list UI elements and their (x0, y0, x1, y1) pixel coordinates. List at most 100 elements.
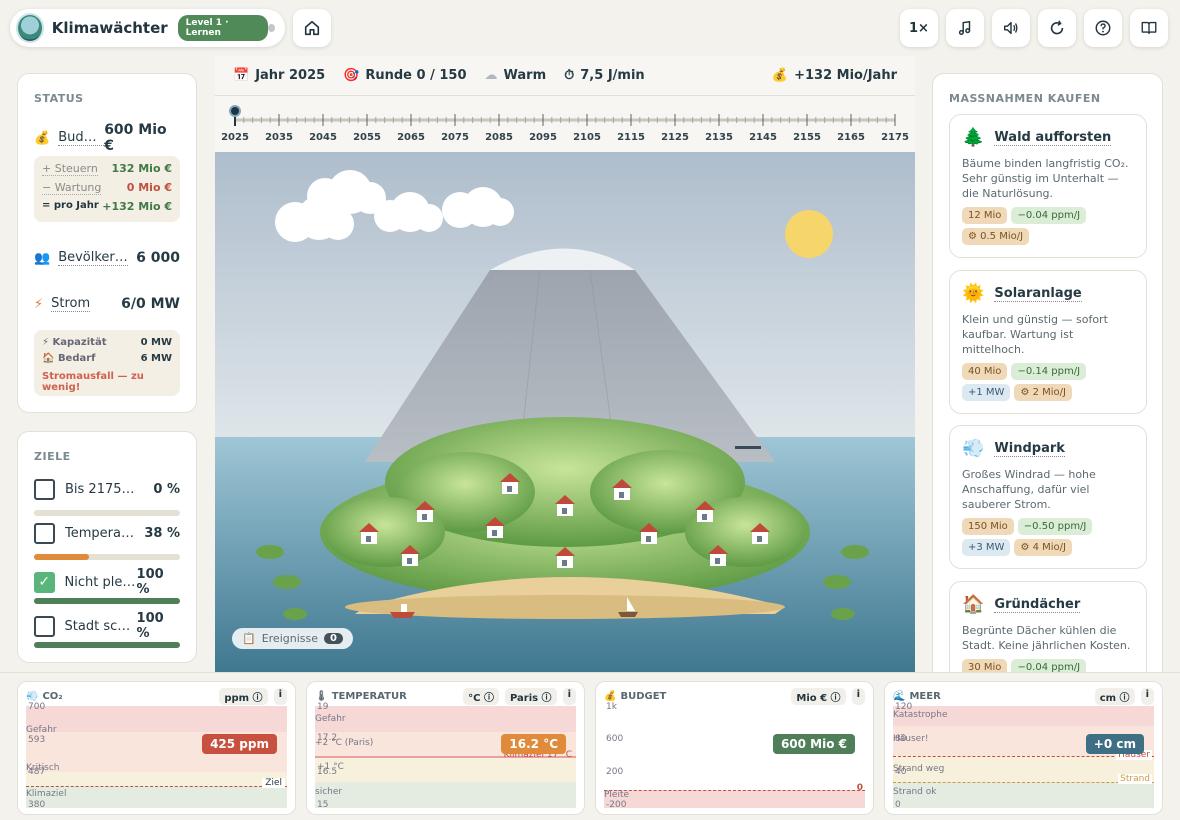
axis-label: -200 (606, 800, 627, 810)
unit-selector[interactable]: °C ⓘ (463, 688, 499, 705)
zone-label: +2 °C (Paris) (315, 738, 374, 748)
mild-band (315, 758, 576, 782)
goal-item[interactable]: Temperatur halten 38 % (34, 523, 180, 544)
timeline-year-label: 2065 (397, 132, 425, 143)
home-icon (304, 20, 320, 36)
axis-label: 593 (28, 735, 46, 745)
events-count: 0 (324, 633, 343, 644)
co2-reduction-tag: −0.04 ppm/J (1011, 207, 1087, 224)
axis-label: 0 (856, 783, 863, 793)
power-tag: +1 MW (962, 384, 1011, 401)
info-button[interactable]: i (1140, 688, 1154, 705)
zone-label: Gefahr (315, 714, 346, 724)
goal-item[interactable]: Bis 2175 überleben 0 % (34, 479, 180, 500)
measure-description: Großes Windrad — hohe Anschaffung, dafür… (962, 468, 1096, 511)
budget-value-badge: 600 Mio € (772, 734, 855, 754)
timeline-marker[interactable] (229, 105, 241, 117)
measure-card[interactable]: 🌞 Solaranlage Klein und günstig — sofort k… (949, 270, 1147, 414)
safe-band (315, 782, 576, 808)
population-value: 6 000 (136, 250, 180, 266)
sea-panel[interactable]: 🌊 MEER cm ⓘ i 120 Katastrophe Häuser! 80 S… (884, 681, 1163, 815)
population-row[interactable]: 👥 Bevölkerung 6 000 (34, 250, 180, 266)
lightning-icon: ⚡ (34, 296, 44, 312)
measure-card[interactable]: 🌲 Wald aufforsten Bäume binden langfristig… (949, 114, 1147, 258)
zone-label: Pleite (604, 790, 630, 800)
goal-checkbox-checked[interactable]: ✓ (34, 571, 55, 593)
threshold-label: Strand (1118, 774, 1152, 784)
goals-heading: ZIELE (34, 450, 71, 463)
goal-progress-bar (34, 554, 180, 560)
population-label: Bevölkerung (58, 250, 129, 266)
goal-value: 38 % (144, 526, 180, 541)
goal-item[interactable]: ✓ Nicht pleite 100 % (34, 567, 180, 597)
cost-tag: 12 Mio (962, 207, 1008, 224)
level-badge: Level 1 · Lernen (177, 15, 268, 41)
timeline-year-label: 2145 (749, 132, 777, 143)
goal-checkbox[interactable] (34, 523, 55, 544)
timeline-year-label: 2095 (529, 132, 557, 143)
island-scene[interactable] (215, 152, 915, 672)
info-button[interactable]: i (562, 688, 576, 705)
goal-checkbox[interactable] (34, 479, 55, 500)
cost-tag: ⚙ 2 Mio/J (1014, 384, 1072, 401)
goal-progress-bar (34, 642, 180, 648)
zero-line (604, 790, 865, 791)
goal-label: Nicht pleite (64, 574, 137, 590)
music-icon (958, 20, 971, 36)
cost-tag: ⚙ 0.5 Mio/J (962, 228, 1030, 245)
events-button[interactable]: 📋 Ereignisse 0 (232, 628, 353, 649)
axis-label: 19 (317, 702, 329, 712)
island-illustration (215, 152, 915, 672)
sound-button[interactable] (992, 9, 1030, 47)
co2-title: CO₂ (42, 691, 63, 702)
help-icon (1095, 20, 1111, 36)
danger-band (26, 706, 287, 732)
cost-tag: 40 Mio (962, 363, 1008, 380)
axis-label: 80 (895, 734, 907, 744)
broke-band (604, 790, 865, 808)
axis-label: 16.5 (317, 767, 338, 777)
goal-progress-bar (34, 598, 180, 604)
city-selector[interactable]: Paris ⓘ (504, 688, 557, 705)
zone-label: Gefahr (26, 725, 57, 735)
events-label: Ereignisse (261, 632, 318, 645)
speed-button[interactable]: 1× (900, 9, 938, 47)
thermometer-icon: 🌡 (315, 691, 328, 702)
budget-panel[interactable]: 💰 BUDGET Mio € ⓘ i 1k 600 200 Pleite -200 … (595, 681, 874, 815)
axis-label: 200 (606, 767, 624, 777)
budget-label: Budget (58, 130, 105, 146)
budget-row[interactable]: 💰 Budget 600 Mio € (34, 122, 180, 154)
co2-panel[interactable]: 💨 CO₂ ppm ⓘ i 700 Gefahr 593 Kritisch 487 … (17, 681, 296, 815)
guide-button[interactable] (1130, 9, 1168, 47)
measure-card[interactable]: 🏠 Gründächer Begrünte Dächer kühlen die St… (949, 581, 1147, 672)
brand-bar: Klimawächter Level 1 · Lernen (10, 9, 285, 47)
goal-label: Temperatur halten (65, 526, 137, 541)
zone-label: sicher (315, 787, 343, 797)
timeline[interactable]: 2025 2035 2045 2055 2065 2075 2085 2095 2105 2115… (215, 96, 915, 152)
power-row[interactable]: ⚡ Strom 6/0 MW (34, 296, 180, 312)
goal-value: 100 % (136, 567, 164, 597)
unit-selector[interactable]: ppm ⓘ (219, 688, 268, 705)
money-bag-icon: 💰 (604, 691, 617, 702)
goal-checkbox[interactable] (34, 615, 55, 637)
speed-label: 1× (909, 20, 929, 36)
sun-icon: 🌞 (962, 283, 985, 304)
unit-selector[interactable]: cm ⓘ (1094, 688, 1135, 705)
info-button[interactable]: i (273, 688, 287, 705)
cost-tag: ⚙ 4 Mio/J (1014, 539, 1072, 556)
restart-button[interactable] (1038, 9, 1076, 47)
measure-description: Begrünte Dächer kühlen die Stadt. Keine … (962, 624, 1131, 652)
help-button[interactable] (1084, 9, 1122, 47)
capacity-label: ⚡ Kapazität (42, 337, 107, 348)
goal-progress-fill (34, 598, 180, 604)
timeline-track[interactable]: 2025 2035 2045 2055 2065 2075 2085 2095 2105 2115… (215, 96, 915, 152)
co2-icon: 💨 (26, 691, 39, 702)
home-button[interactable] (293, 9, 331, 47)
music-button[interactable] (946, 9, 984, 47)
zone-label: Strand ok (893, 787, 937, 797)
measure-card[interactable]: 💨 Windpark Großes Windrad — hohe Anschaffu… (949, 425, 1147, 569)
info-button[interactable]: i (851, 688, 865, 705)
unit-selector[interactable]: Mio € ⓘ (791, 688, 846, 705)
temperature-panel[interactable]: 🌡 TEMPERATUR °C ⓘ Paris ⓘ i 19 Gefahr 17.2 … (306, 681, 585, 815)
goal-item[interactable]: Stadt schützen 100 % (34, 611, 180, 641)
